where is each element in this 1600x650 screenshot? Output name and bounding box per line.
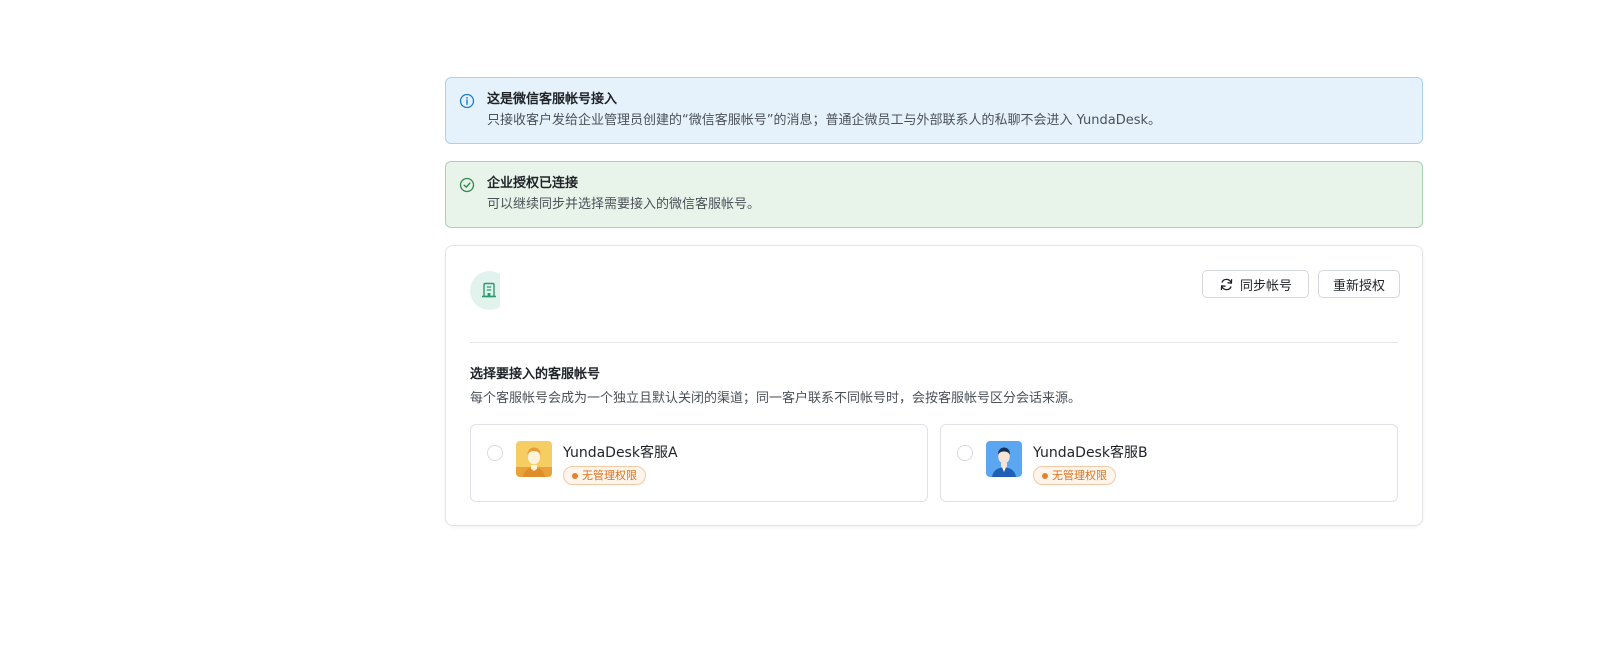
refresh-icon (1220, 278, 1233, 290)
account-a-name: YundaDesk客服A (563, 445, 678, 461)
no-admin-permission-badge: 无管理权限 (1033, 466, 1116, 485)
account-a-radio[interactable] (487, 445, 503, 461)
info-alert-description: 只接收客户发给企业管理员创建的“微信客服帐号”的消息；普通企微员工与外部联系人的… (487, 113, 1162, 128)
account-b-name: YundaDesk客服B (1033, 445, 1148, 461)
account-b-radio[interactable] (957, 445, 973, 461)
account-b-avatar (986, 441, 1022, 477)
check-circle-icon (459, 177, 475, 193)
person-avatar-icon (986, 441, 1022, 477)
sync-accounts-button[interactable]: 同步帐号 (1202, 270, 1309, 298)
divider (470, 342, 1398, 343)
account-option-a[interactable]: YundaDesk客服A 无管理权限 (470, 424, 928, 502)
account-option-b[interactable]: YundaDesk客服B 无管理权限 (940, 424, 1398, 502)
section-title: 选择要接入的客服帐号 (470, 367, 601, 382)
info-alert-title: 这是微信客服帐号接入 (487, 92, 618, 107)
account-a-avatar (516, 441, 552, 477)
success-alert: 企业授权已连接 可以继续同步并选择需要接入的微信客服帐号。 (445, 161, 1423, 228)
status-dot (572, 473, 578, 479)
no-admin-permission-badge: 无管理权限 (563, 466, 646, 485)
section-description: 每个客服帐号会成为一个独立且默认关闭的渠道；同一客户联系不同帐号时，会按客服帐号… (470, 391, 1082, 406)
success-alert-title: 企业授权已连接 (487, 176, 579, 191)
badge-label: 无管理权限 (582, 469, 637, 482)
info-circle-icon (459, 93, 475, 109)
reauth-button-label: 重新授权 (1332, 278, 1385, 294)
building-icon (482, 282, 496, 298)
wechat-kf-integration-panel: 这是微信客服帐号接入 只接收客户发给企业管理员创建的“微信客服帐号”的消息；普通… (445, 77, 1423, 526)
account-selection-card: 同步帐号 重新授权 选择要接入的客服帐号 每个客服帐号会成为一个独立且默认关闭的… (445, 245, 1423, 526)
info-alert: 这是微信客服帐号接入 只接收客户发给企业管理员创建的“微信客服帐号”的消息；普通… (445, 77, 1423, 144)
badge-label: 无管理权限 (1052, 469, 1107, 482)
reauthorize-button[interactable]: 重新授权 (1318, 270, 1400, 298)
org-avatar (470, 271, 509, 310)
person-avatar-icon (516, 441, 552, 477)
sync-button-label: 同步帐号 (1239, 278, 1292, 294)
status-dot (1042, 473, 1048, 479)
success-alert-description: 可以继续同步并选择需要接入的微信客服帐号。 (487, 197, 761, 212)
